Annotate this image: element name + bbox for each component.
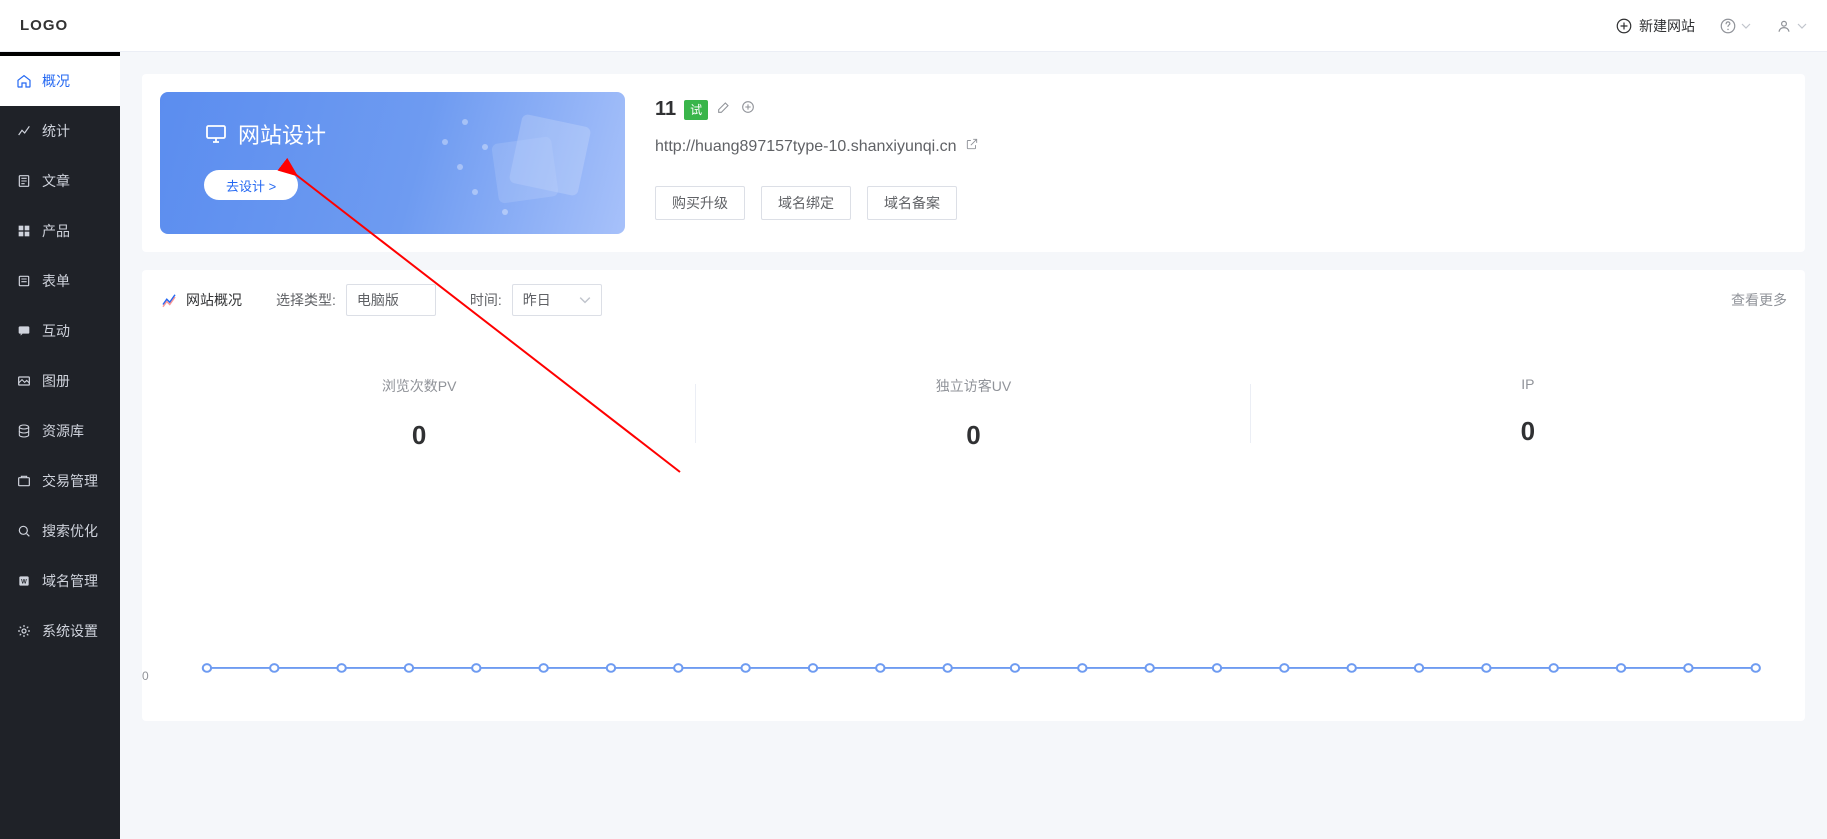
sidebar-item-article[interactable]: 文章 bbox=[0, 156, 120, 206]
edit-icon bbox=[716, 99, 732, 115]
time-label: 时间: bbox=[470, 290, 502, 310]
seo-icon bbox=[16, 523, 32, 539]
stat-box-pv: 浏览次数PV 0 bbox=[142, 376, 696, 451]
sidebar-item-label: 系统设置 bbox=[42, 621, 98, 641]
db-icon bbox=[16, 423, 32, 439]
help-dropdown[interactable] bbox=[1719, 17, 1751, 35]
icp-button[interactable]: 域名备案 bbox=[867, 186, 957, 220]
sidebar-item-stats[interactable]: 统计 bbox=[0, 106, 120, 156]
open-url-button[interactable] bbox=[965, 137, 979, 156]
add-circle-icon bbox=[1615, 17, 1633, 35]
chart: 0 bbox=[142, 491, 1805, 721]
sidebar: 概况 统计 文章 产品 表单 互动 图册 资源库 bbox=[0, 52, 120, 839]
sidebar-item-label: 域名管理 bbox=[42, 571, 98, 591]
go-design-button[interactable]: 去设计 > bbox=[204, 170, 298, 200]
main: 网站设计 去设计 > 11 试 bbox=[120, 52, 1827, 839]
logo: LOGO bbox=[20, 17, 68, 34]
sidebar-item-seo[interactable]: 搜索优化 bbox=[0, 506, 120, 556]
sidebar-item-interact[interactable]: 互动 bbox=[0, 306, 120, 356]
view-more-link[interactable]: 查看更多 bbox=[1731, 290, 1787, 310]
design-tile-title: 网站设计 bbox=[238, 118, 326, 150]
sidebar-item-label: 互动 bbox=[42, 321, 70, 341]
external-link-icon bbox=[965, 137, 979, 151]
topbar-right: 新建网站 bbox=[1615, 16, 1807, 36]
user-dropdown[interactable] bbox=[1775, 17, 1807, 35]
new-site-label: 新建网站 bbox=[1639, 16, 1695, 36]
chart-y-tick: 0 bbox=[142, 669, 149, 683]
help-icon bbox=[1719, 17, 1737, 35]
sidebar-item-domain[interactable]: W 域名管理 bbox=[0, 556, 120, 606]
sidebar-item-label: 表单 bbox=[42, 271, 70, 291]
stats-icon bbox=[16, 123, 32, 139]
bind-domain-button[interactable]: 域名绑定 bbox=[761, 186, 851, 220]
site-url: http://huang897157type-10.shanxiyunqi.cn bbox=[655, 138, 957, 156]
add-action-button[interactable] bbox=[740, 98, 756, 121]
decoration-graphic bbox=[425, 92, 625, 234]
sidebar-item-label: 搜索优化 bbox=[42, 521, 98, 541]
stats-icon bbox=[160, 291, 178, 309]
trade-icon bbox=[16, 473, 32, 489]
sidebar-item-settings[interactable]: 系统设置 bbox=[0, 606, 120, 656]
settings-icon bbox=[16, 623, 32, 639]
stat-label: 浏览次数PV bbox=[142, 376, 696, 396]
stat-label: 独立访客UV bbox=[696, 376, 1250, 396]
topbar: LOGO 新建网站 bbox=[0, 0, 1827, 52]
chat-icon bbox=[16, 323, 32, 339]
time-select[interactable]: 昨日 bbox=[512, 284, 602, 316]
sidebar-item-trade[interactable]: 交易管理 bbox=[0, 456, 120, 506]
sidebar-item-label: 图册 bbox=[42, 371, 70, 391]
sidebar-item-product[interactable]: 产品 bbox=[0, 206, 120, 256]
type-select-value: 电脑版 bbox=[357, 290, 399, 310]
sidebar-item-label: 交易管理 bbox=[42, 471, 98, 491]
upgrade-button[interactable]: 购买升级 bbox=[655, 186, 745, 220]
chevron-down-icon bbox=[579, 294, 591, 306]
sidebar-item-label: 概况 bbox=[42, 71, 70, 91]
trial-badge: 试 bbox=[684, 100, 708, 120]
stat-value: 0 bbox=[696, 420, 1250, 451]
site-summary-card: 网站设计 去设计 > 11 试 bbox=[142, 74, 1805, 252]
stat-value: 0 bbox=[142, 420, 696, 451]
stat-box-uv: 独立访客UV 0 bbox=[696, 376, 1250, 451]
site-name: 11 bbox=[655, 98, 676, 121]
sidebar-item-gallery[interactable]: 图册 bbox=[0, 356, 120, 406]
edit-site-name-button[interactable] bbox=[716, 98, 732, 121]
stat-value: 0 bbox=[1251, 416, 1805, 447]
gallery-icon bbox=[16, 373, 32, 389]
stat-box-ip: IP 0 bbox=[1251, 376, 1805, 451]
domain-icon: W bbox=[16, 573, 32, 589]
stats-card: 网站概况 选择类型: 电脑版 时间: 昨日 查看更多 浏览次数PV 0 bbox=[142, 270, 1805, 721]
article-icon bbox=[16, 173, 32, 189]
sidebar-item-label: 统计 bbox=[42, 121, 70, 141]
sidebar-item-label: 文章 bbox=[42, 171, 70, 191]
form-icon bbox=[16, 273, 32, 289]
product-icon bbox=[16, 223, 32, 239]
add-circle-icon bbox=[740, 99, 756, 115]
svg-text:W: W bbox=[21, 580, 27, 586]
time-select-value: 昨日 bbox=[523, 290, 551, 310]
sidebar-item-resources[interactable]: 资源库 bbox=[0, 406, 120, 456]
chevron-down-icon bbox=[1741, 21, 1751, 31]
sidebar-item-label: 资源库 bbox=[42, 421, 84, 441]
stat-boxes: 浏览次数PV 0 独立访客UV 0 IP 0 bbox=[142, 376, 1805, 451]
sidebar-item-form[interactable]: 表单 bbox=[0, 256, 120, 306]
sidebar-item-label: 产品 bbox=[42, 221, 70, 241]
home-icon bbox=[16, 73, 32, 89]
chevron-down-icon bbox=[1797, 21, 1807, 31]
type-label: 选择类型: bbox=[276, 290, 336, 310]
user-icon bbox=[1775, 17, 1793, 35]
stat-label: IP bbox=[1251, 376, 1805, 392]
design-tile: 网站设计 去设计 > bbox=[160, 92, 625, 234]
new-site-button[interactable]: 新建网站 bbox=[1615, 16, 1695, 36]
stats-title-text: 网站概况 bbox=[186, 290, 242, 310]
sidebar-item-overview[interactable]: 概况 bbox=[0, 56, 120, 106]
site-info: 11 试 http://huang897157type-10.shanxiyun… bbox=[655, 92, 1787, 234]
stats-header: 网站概况 选择类型: 电脑版 时间: 昨日 查看更多 bbox=[142, 270, 1805, 316]
type-select[interactable]: 电脑版 bbox=[346, 284, 436, 316]
monitor-icon bbox=[204, 122, 228, 146]
